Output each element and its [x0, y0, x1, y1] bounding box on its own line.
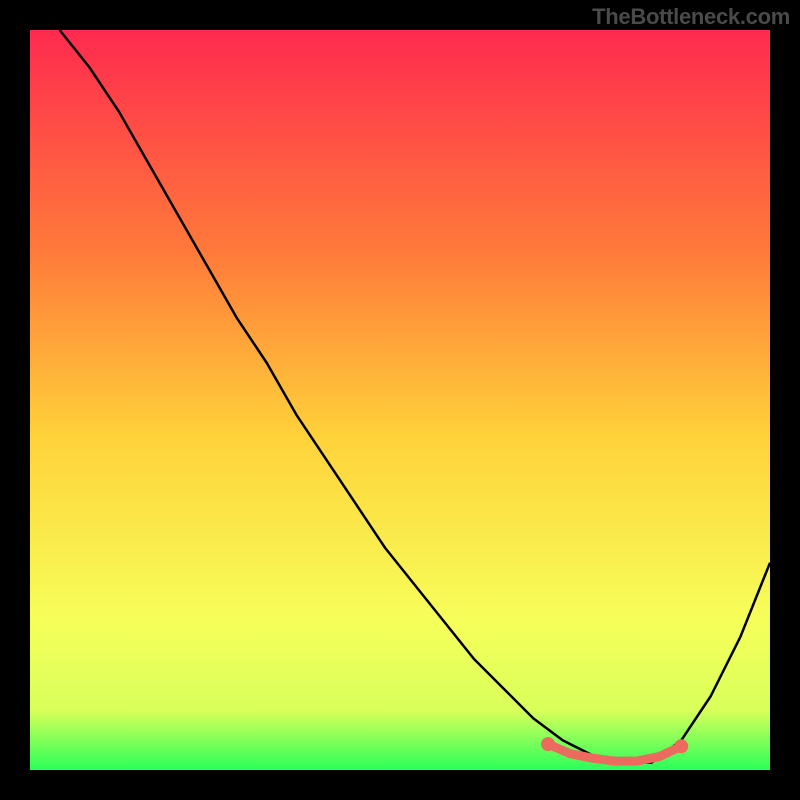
chart-svg [30, 30, 770, 770]
gradient-background [30, 30, 770, 770]
optimal-range-end-dot [674, 739, 688, 753]
optimal-range-start-dot [541, 737, 555, 751]
attribution-text: TheBottleneck.com [592, 4, 790, 30]
chart-plot-area [30, 30, 770, 770]
